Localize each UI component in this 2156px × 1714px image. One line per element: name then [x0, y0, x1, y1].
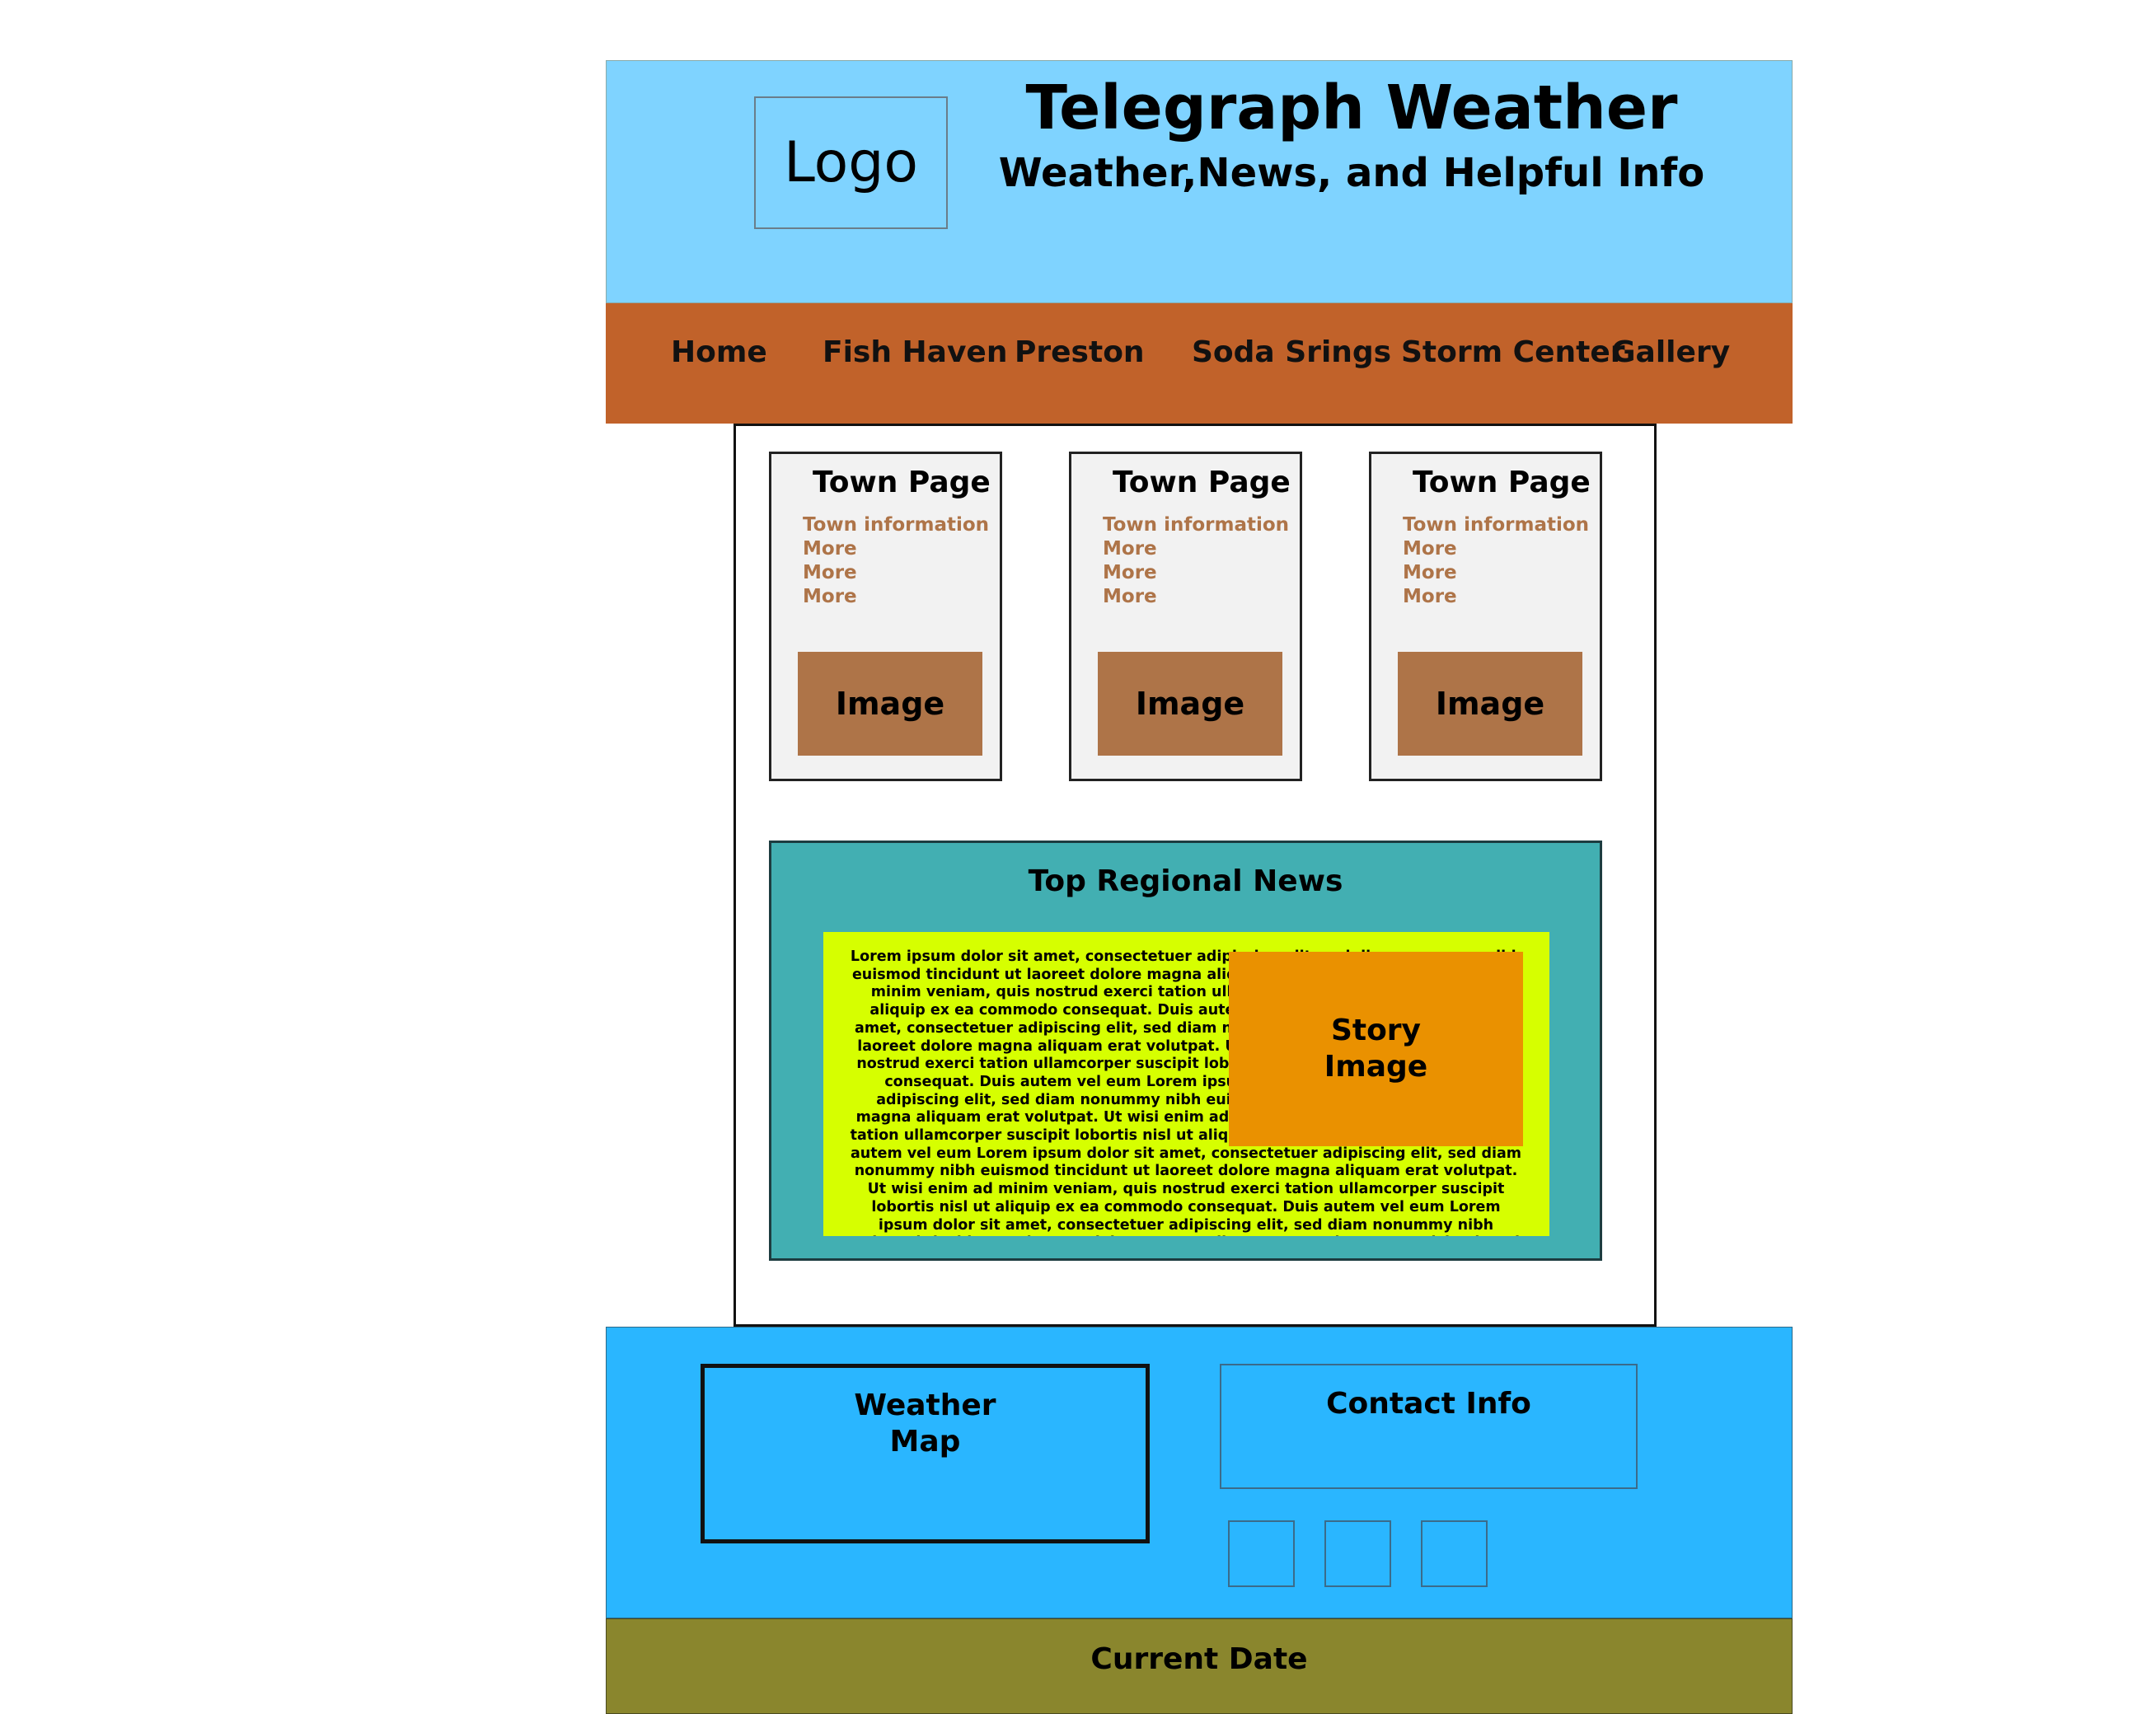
nav-item-fish-haven[interactable]: Fish Haven — [823, 335, 1007, 369]
weather-map[interactable]: Weather Map — [701, 1364, 1150, 1543]
town-card[interactable]: Town Page Town information More More Mor… — [1069, 452, 1302, 781]
town-info-link[interactable]: Town information — [1403, 513, 1589, 537]
town-links: Town information More More More — [1103, 513, 1289, 609]
current-date: Current Date — [1090, 1642, 1308, 1676]
top-regional-news: Top Regional News Lorem ipsum dolor sit … — [769, 841, 1602, 1261]
social-icon[interactable] — [1421, 1520, 1488, 1587]
site-title: Telegraph Weather — [1025, 73, 1678, 143]
more-link[interactable]: More — [803, 537, 989, 561]
current-date-bar: Current Date — [606, 1618, 1793, 1714]
nav-item-preston[interactable]: Preston — [1015, 335, 1145, 369]
story-image-label: Story Image — [1324, 1014, 1428, 1084]
town-title: Town Page — [1113, 466, 1291, 499]
weather-map-label: Weather Map — [854, 1389, 996, 1459]
town-card[interactable]: Town Page Town information More More Mor… — [1369, 452, 1602, 781]
nav-item-home[interactable]: Home — [671, 335, 767, 369]
town-image: Image — [1398, 652, 1582, 756]
logo-placeholder[interactable]: Logo — [754, 96, 948, 229]
story-image: Story Image — [1229, 952, 1523, 1146]
town-links: Town information More More More — [1403, 513, 1589, 609]
nav-item-gallery[interactable]: Gallery — [1611, 335, 1730, 369]
social-icon[interactable] — [1324, 1520, 1391, 1587]
nav-item-storm-center[interactable]: Storm Center — [1401, 335, 1625, 369]
town-info-link[interactable]: Town information — [803, 513, 989, 537]
more-link[interactable]: More — [1403, 585, 1589, 609]
more-link[interactable]: More — [1403, 537, 1589, 561]
town-image: Image — [798, 652, 982, 756]
nav-item-soda-srings[interactable]: Soda Srings — [1192, 335, 1391, 369]
social-icon[interactable] — [1228, 1520, 1295, 1587]
more-link[interactable]: More — [1103, 585, 1289, 609]
town-title: Town Page — [813, 466, 991, 499]
more-link[interactable]: More — [803, 585, 989, 609]
town-card[interactable]: Town Page Town information More More Mor… — [769, 452, 1002, 781]
town-image: Image — [1098, 652, 1282, 756]
site-subtitle: Weather,News, and Helpful Info — [998, 150, 1705, 196]
town-info-link[interactable]: Town information — [1103, 513, 1289, 537]
more-link[interactable]: More — [803, 561, 989, 585]
town-links: Town information More More More — [803, 513, 989, 609]
more-link[interactable]: More — [1103, 537, 1289, 561]
contact-info-label: Contact Info — [1326, 1387, 1531, 1421]
town-title: Town Page — [1413, 466, 1591, 499]
news-title: Top Regional News — [1028, 864, 1343, 898]
more-link[interactable]: More — [1403, 561, 1589, 585]
more-link[interactable]: More — [1103, 561, 1289, 585]
news-story[interactable]: Lorem ipsum dolor sit amet, consectetuer… — [823, 932, 1549, 1236]
contact-info: Contact Info — [1220, 1364, 1638, 1489]
